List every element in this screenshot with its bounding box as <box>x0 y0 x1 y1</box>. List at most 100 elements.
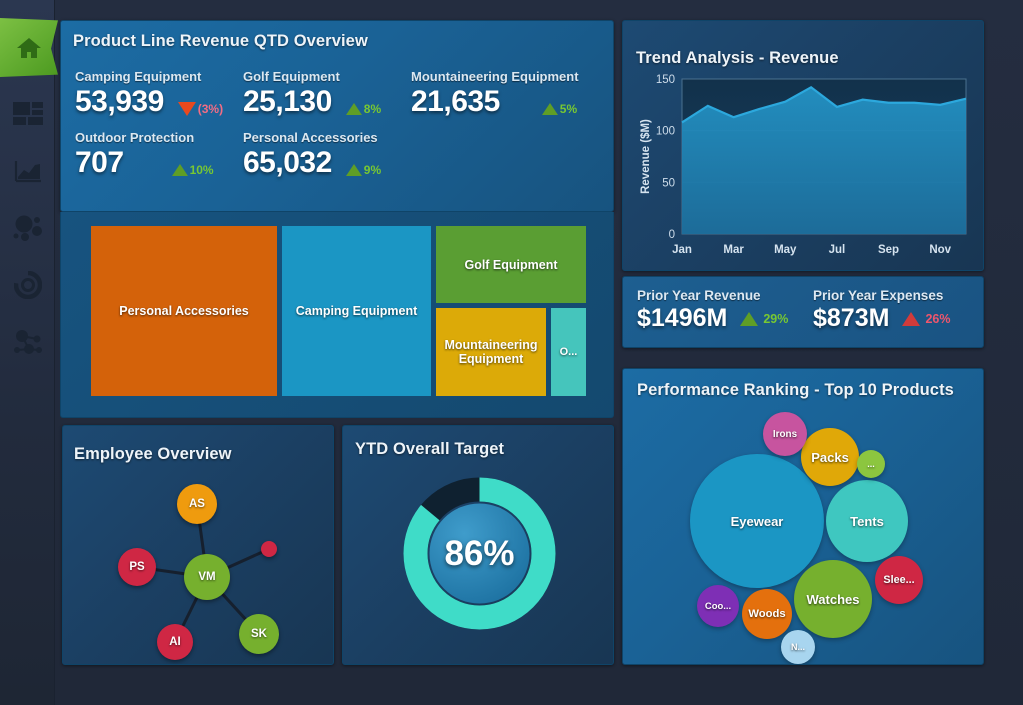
sidebar-item-trend[interactable] <box>0 142 55 199</box>
prior-year-panel: Prior Year Revenue $1496M 29% Prior Year… <box>622 276 984 348</box>
kpi-card-personal[interactable]: Personal Accessories 65,032 9% <box>243 130 411 180</box>
kpi-card-camping[interactable]: Camping Equipment 53,939 (3%) <box>75 69 243 119</box>
prior-year-revenue-delta: 29% <box>740 311 789 326</box>
prior-year-expenses[interactable]: Prior Year Expenses $873M 26% <box>813 288 950 333</box>
network-edges <box>136 503 270 643</box>
kpi-label: Outdoor Protection <box>75 130 195 145</box>
treemap-tile-golf-equipment[interactable]: Golf Equipment <box>436 226 586 303</box>
arrow-down-icon <box>177 102 196 116</box>
svg-text:Jan: Jan <box>672 244 692 256</box>
kpi-delta-text: (3%) <box>197 102 224 116</box>
kpi-delta-text: 9% <box>363 163 382 177</box>
bubble-label: Irons <box>772 428 798 440</box>
bubble-packs[interactable]: Packs <box>801 428 859 486</box>
prior-year-revenue[interactable]: Prior Year Revenue $1496M 29% <box>637 288 788 333</box>
prior-year-revenue-pct: 29% <box>763 311 789 326</box>
bubble-label: Coo... <box>704 600 732 612</box>
area-chart-icon <box>14 160 41 182</box>
svg-text:0: 0 <box>669 229 675 241</box>
dashboard-root: Product Line Revenue QTD Overview Campin… <box>0 0 1023 705</box>
bubble-label: N... <box>790 642 805 652</box>
svg-text:Revenue ($M): Revenue ($M) <box>640 119 652 194</box>
network-graph-icon <box>13 329 42 354</box>
treemap-tile-mountaineering-equipment[interactable]: Mountaineering Equipment <box>436 308 546 396</box>
sidebar <box>0 0 58 705</box>
arrow-up-icon <box>345 164 362 176</box>
arrow-up-icon <box>541 103 558 115</box>
bubble-[interactable]: ... <box>857 450 885 478</box>
kpi-label: Mountaineering Equipment <box>411 69 579 84</box>
bubble-slee[interactable]: Slee... <box>875 556 923 604</box>
dashboard-grid-icon <box>12 101 43 125</box>
bubble-woods[interactable]: Woods <box>742 589 792 639</box>
bubble-coo[interactable]: Coo... <box>697 585 739 627</box>
network-node-label: AI <box>169 636 181 648</box>
kpi-label: Golf Equipment <box>243 69 340 84</box>
kpi-value: 707 <box>75 146 124 179</box>
treemap-tile-outdoor-protection[interactable]: O... <box>551 308 586 396</box>
trend-area-chart[interactable]: 0 50 100 150 Jan Mar May Jul Sep Nov Revenue ($M) <box>636 69 976 264</box>
employee-panel: Employee Overview VM AS PS AI SK <box>62 425 334 665</box>
network-node-label: PS <box>129 561 145 573</box>
kpi-delta: 8% <box>345 102 382 116</box>
treemap-tile-label: Golf Equipment <box>464 257 558 272</box>
network-node-label: SK <box>251 628 267 640</box>
bubble-label: Tents <box>850 513 884 529</box>
prior-year-expenses-label: Prior Year Expenses <box>813 288 944 303</box>
prior-year-expenses-pct: 26% <box>925 311 951 326</box>
sidebar-item-dashboard[interactable] <box>0 85 55 142</box>
sidebar-item-network[interactable] <box>0 313 55 370</box>
network-node-unlabeled[interactable] <box>261 541 277 557</box>
bubble-watches[interactable]: Watches <box>794 560 872 638</box>
kpi-delta-text: 10% <box>189 163 214 177</box>
bubble-label: Eyewear <box>730 513 784 529</box>
arrow-up-icon <box>345 103 362 115</box>
treemap-panel: Personal Accessories Camping Equipment G… <box>60 212 614 418</box>
treemap-tile-camping-equipment[interactable]: Camping Equipment <box>282 226 431 396</box>
network-node-ps[interactable]: PS <box>118 548 156 586</box>
bubble-irons[interactable]: Irons <box>763 412 807 456</box>
sidebar-item-gauge[interactable] <box>0 256 55 313</box>
svg-text:Nov: Nov <box>929 244 951 256</box>
kpi-label: Personal Accessories <box>243 130 378 145</box>
kpi-card-golf[interactable]: Golf Equipment 25,130 8% <box>243 69 411 119</box>
gauge-panel-title: YTD Overall Target <box>355 440 505 458</box>
network-node-as[interactable]: AS <box>177 484 217 524</box>
ranking-panel-title: Performance Ranking - Top 10 Products <box>637 381 954 399</box>
kpi-delta: (3%) <box>177 102 224 116</box>
treemap-tile-personal-accessories[interactable]: Personal Accessories <box>91 226 277 396</box>
kpi-delta-text: 5% <box>559 102 578 116</box>
treemap-chart: Personal Accessories Camping Equipment G… <box>91 226 586 396</box>
bubble-tents[interactable]: Tents <box>826 480 908 562</box>
kpi-value: 25,130 <box>243 85 332 118</box>
kpi-value: 53,939 <box>75 85 164 118</box>
trend-panel-title: Trend Analysis - Revenue <box>636 49 839 67</box>
bubble-label: Watches <box>806 591 860 607</box>
network-node-ai[interactable]: AI <box>157 624 193 660</box>
kpi-label: Camping Equipment <box>75 69 202 84</box>
gauge-donut[interactable]: 86% <box>399 473 560 639</box>
trend-panel: Trend Analysis - Revenue 0 50 100 150 Jan Mar… <box>622 20 984 271</box>
prior-year-revenue-value: $1496M <box>637 304 728 332</box>
svg-text:May: May <box>774 244 797 256</box>
network-node-sk[interactable]: SK <box>239 614 279 654</box>
kpi-delta-text: 8% <box>363 102 382 116</box>
svg-text:Mar: Mar <box>723 244 744 256</box>
bubble-label: Packs <box>811 449 849 465</box>
bubble-chart-icon <box>13 215 42 241</box>
network-node-vm[interactable]: VM <box>184 554 230 600</box>
sidebar-item-bubble[interactable] <box>0 199 55 256</box>
kpi-delta: 10% <box>171 163 214 177</box>
arrow-up-icon <box>171 164 188 176</box>
sidebar-item-home[interactable] <box>0 18 58 77</box>
kpi-delta: 5% <box>541 102 578 116</box>
kpi-value: 65,032 <box>243 146 332 179</box>
kpi-card-mountaineering[interactable]: Mountaineering Equipment 21,635 5% <box>411 69 611 119</box>
bubble-eyewear[interactable]: Eyewear <box>690 454 824 588</box>
treemap-tile-label: Mountaineering Equipment <box>444 338 538 366</box>
arrow-up-icon <box>740 311 759 326</box>
gauge-panel: YTD Overall Target 86% <box>342 425 614 665</box>
bubble-label: Woods <box>748 608 786 620</box>
kpi-card-outdoor[interactable]: Outdoor Protection 707 10% <box>75 130 243 180</box>
bubble-n[interactable]: N... <box>781 630 815 664</box>
